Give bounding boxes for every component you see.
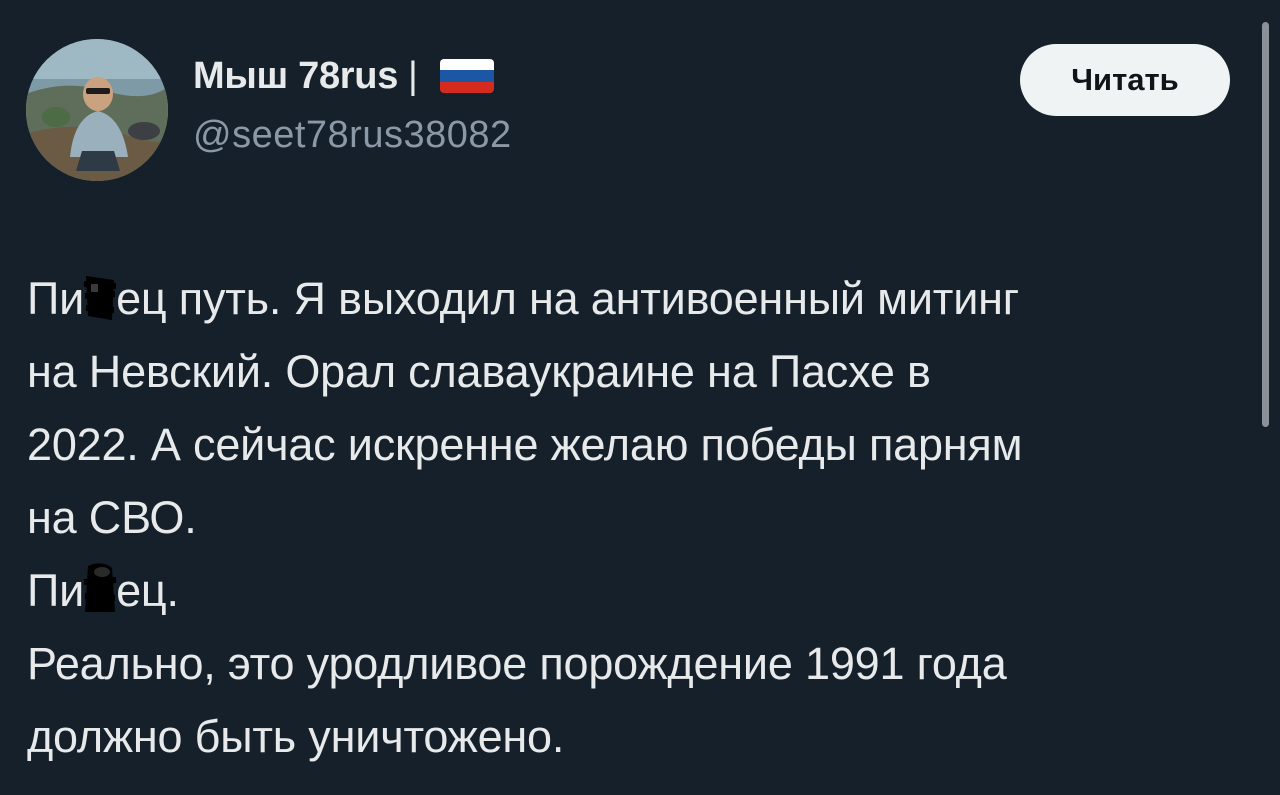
- tweet-line: на СВО.: [27, 481, 1257, 554]
- tweet-line-text: ец путь. Я выходил на антивоенный митинг: [116, 273, 1019, 324]
- censor-scribble-icon: [82, 562, 118, 618]
- display-name[interactable]: Мыш 78rus: [193, 55, 398, 98]
- author-header: Мыш 78rus | @seet78rus38082: [193, 52, 512, 157]
- tweet-line-text: Пи: [27, 273, 85, 324]
- follow-button[interactable]: Читать: [1020, 44, 1230, 116]
- tweet-line: Пи ец путь. Я выходил на антивоенный мити…: [27, 262, 1257, 335]
- tweet-text: Пи ец путь. Я выходил на антивоенный мити…: [27, 262, 1257, 773]
- russia-flag-icon: [439, 59, 494, 93]
- tweet-line-text: должно быть уничтожено.: [27, 711, 565, 762]
- tweet-line: на Невский. Орал славаукраине на Пасхе в: [27, 335, 1257, 408]
- user-avatar-photo: [26, 39, 168, 181]
- name-separator: |: [408, 54, 418, 97]
- tweet-line-text: 2022. А сейчас искренне желаю победы пар…: [27, 419, 1023, 470]
- tweet-line: должно быть уничтожено.: [27, 700, 1257, 773]
- user-handle[interactable]: @seet78rus38082: [193, 114, 512, 157]
- tweet-line-text: ец.: [116, 565, 179, 616]
- tweet-line-text: на Невский. Орал славаукраине на Пасхе в: [27, 346, 931, 397]
- scrollbar[interactable]: [1262, 22, 1269, 427]
- display-name-row: Мыш 78rus |: [193, 52, 512, 100]
- tweet-line-text: Реально, это уродливое порождение 1991 г…: [27, 638, 1007, 689]
- tweet-line: Пи ец.: [27, 554, 1257, 627]
- tweet-line: Реально, это уродливое порождение 1991 г…: [27, 627, 1257, 700]
- avatar[interactable]: [26, 39, 168, 181]
- tweet-line: 2022. А сейчас искренне желаю победы пар…: [27, 408, 1257, 481]
- censor-scribble-icon: [82, 270, 118, 326]
- tweet-line-text: Пи: [27, 565, 85, 616]
- tweet-line-text: на СВО.: [27, 492, 197, 543]
